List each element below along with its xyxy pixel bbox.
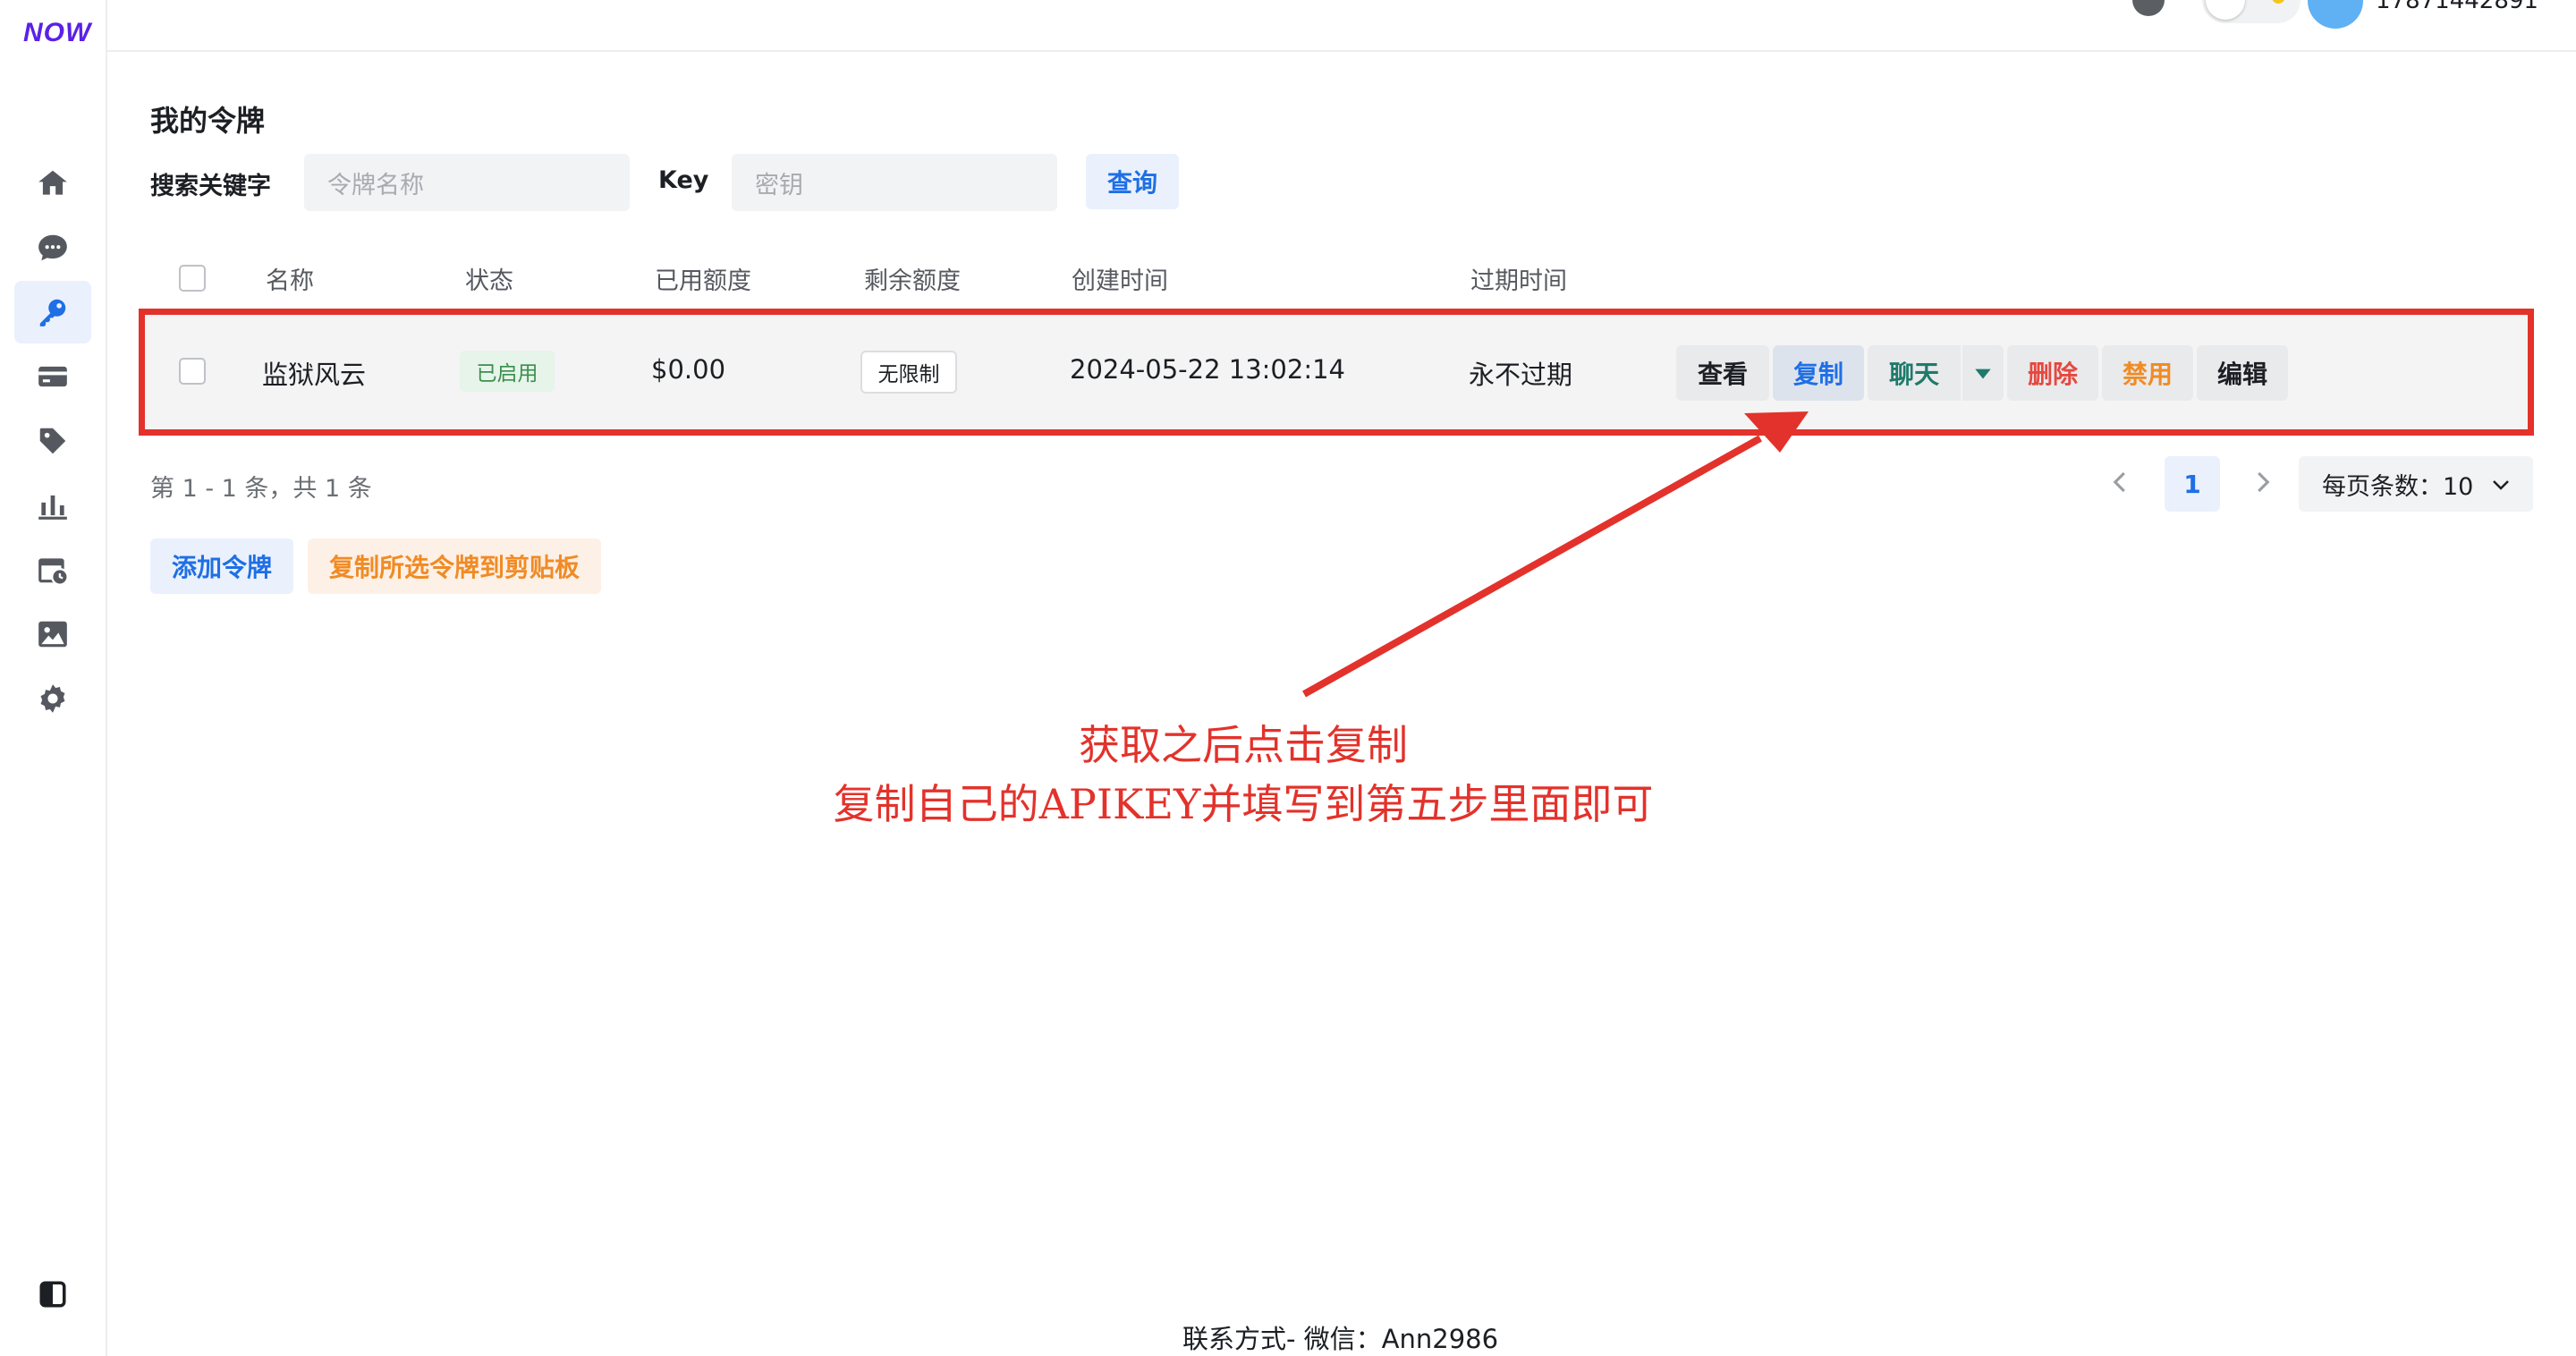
chat-dropdown-button[interactable] xyxy=(1962,345,2004,401)
gear-icon xyxy=(40,684,65,713)
caret-down-icon xyxy=(1975,369,1991,379)
column-header-name: 名称 xyxy=(266,267,314,295)
theme-toggle-knob xyxy=(2206,0,2245,20)
column-header-expires: 过期时间 xyxy=(1470,267,1567,295)
arrow-shaft xyxy=(1302,435,1762,698)
add-token-button[interactable]: 添加令牌 xyxy=(150,538,293,594)
annotation-text: 获取之后点击复制 复制自己的APIKEY并填写到第五步里面即可 xyxy=(626,716,1860,834)
chat-icon xyxy=(38,234,67,261)
key-placeholder: 密钥 xyxy=(755,171,803,199)
app-logo[interactable]: NOW xyxy=(23,18,91,48)
annotation-line-1: 获取之后点击复制 xyxy=(1079,721,1408,769)
page-title: 我的令牌 xyxy=(150,104,266,138)
used-quota: $0.00 xyxy=(651,354,726,385)
select-all-checkbox[interactable] xyxy=(179,265,206,292)
image-icon xyxy=(38,621,67,648)
sidebar-collapse-icon[interactable] xyxy=(38,1279,68,1309)
moon-icon xyxy=(2272,0,2284,4)
home-icon xyxy=(38,170,67,195)
key-icon xyxy=(39,299,66,326)
sidebar: NOW xyxy=(0,0,107,1356)
column-header-created: 创建时间 xyxy=(1072,267,1168,295)
page-size-select[interactable]: 每页条数：10 xyxy=(2299,456,2533,512)
calendar-clock-icon xyxy=(38,558,69,586)
tag-icon xyxy=(39,428,66,454)
sidebar-item-redeem[interactable] xyxy=(14,410,91,472)
delete-button[interactable]: 删除 xyxy=(2007,345,2098,401)
annotation-line-2: 复制自己的APIKEY并填写到第五步里面即可 xyxy=(833,780,1654,828)
sidebar-item-settings[interactable] xyxy=(14,667,91,730)
token-name-input[interactable]: 令牌名称 xyxy=(304,154,630,211)
footer-contact: 联系方式- 微信：Ann2986 xyxy=(1182,1324,1499,1354)
sidebar-item-images[interactable] xyxy=(14,603,91,665)
chevron-down-icon xyxy=(2493,480,2509,490)
expire-time: 永不过期 xyxy=(1469,360,1573,390)
view-button[interactable]: 查看 xyxy=(1676,345,1769,401)
sidebar-item-home[interactable] xyxy=(14,152,91,215)
column-header-status: 状态 xyxy=(465,267,513,295)
page-1-button[interactable]: 1 xyxy=(2165,456,2220,512)
next-page-icon[interactable] xyxy=(2249,469,2275,496)
token-name-placeholder: 令牌名称 xyxy=(327,171,424,199)
key-input[interactable]: 密钥 xyxy=(732,154,1057,211)
edit-button[interactable]: 编辑 xyxy=(2197,345,2288,401)
credit-card-icon xyxy=(38,366,67,387)
query-button[interactable]: 查询 xyxy=(1086,154,1179,209)
sidebar-item-billing[interactable] xyxy=(14,345,91,408)
page-size-label: 每页条数：10 xyxy=(2322,472,2474,501)
sidebar-item-logs[interactable] xyxy=(14,538,91,601)
key-label: Key xyxy=(658,166,709,194)
row-checkbox[interactable] xyxy=(179,358,206,385)
sidebar-item-stats[interactable] xyxy=(14,474,91,537)
prev-page-icon[interactable] xyxy=(2107,469,2134,496)
chat-button[interactable]: 聊天 xyxy=(1868,345,1961,401)
pagination-summary: 第 1 - 1 条，共 1 条 xyxy=(150,475,372,503)
column-header-used: 已用额度 xyxy=(655,267,751,295)
remaining-quota-badge: 无限制 xyxy=(860,351,957,394)
created-time: 2024-05-22 13:02:14 xyxy=(1070,354,1345,385)
user-name[interactable]: 17871442891 xyxy=(2376,0,2538,14)
token-name: 监狱风云 xyxy=(262,360,367,390)
column-header-remaining: 剩余额度 xyxy=(864,267,961,295)
disable-button[interactable]: 禁用 xyxy=(2102,345,2193,401)
theme-toggle[interactable] xyxy=(2202,0,2301,23)
sidebar-item-chat[interactable] xyxy=(14,216,91,279)
copy-button[interactable]: 复制 xyxy=(1773,345,1864,401)
bar-chart-icon xyxy=(38,495,67,520)
status-badge: 已启用 xyxy=(460,351,555,392)
search-keyword-label: 搜索关键字 xyxy=(150,173,271,200)
copy-selected-button[interactable]: 复制所选令牌到剪贴板 xyxy=(308,538,601,594)
sidebar-item-tokens[interactable] xyxy=(14,281,91,343)
